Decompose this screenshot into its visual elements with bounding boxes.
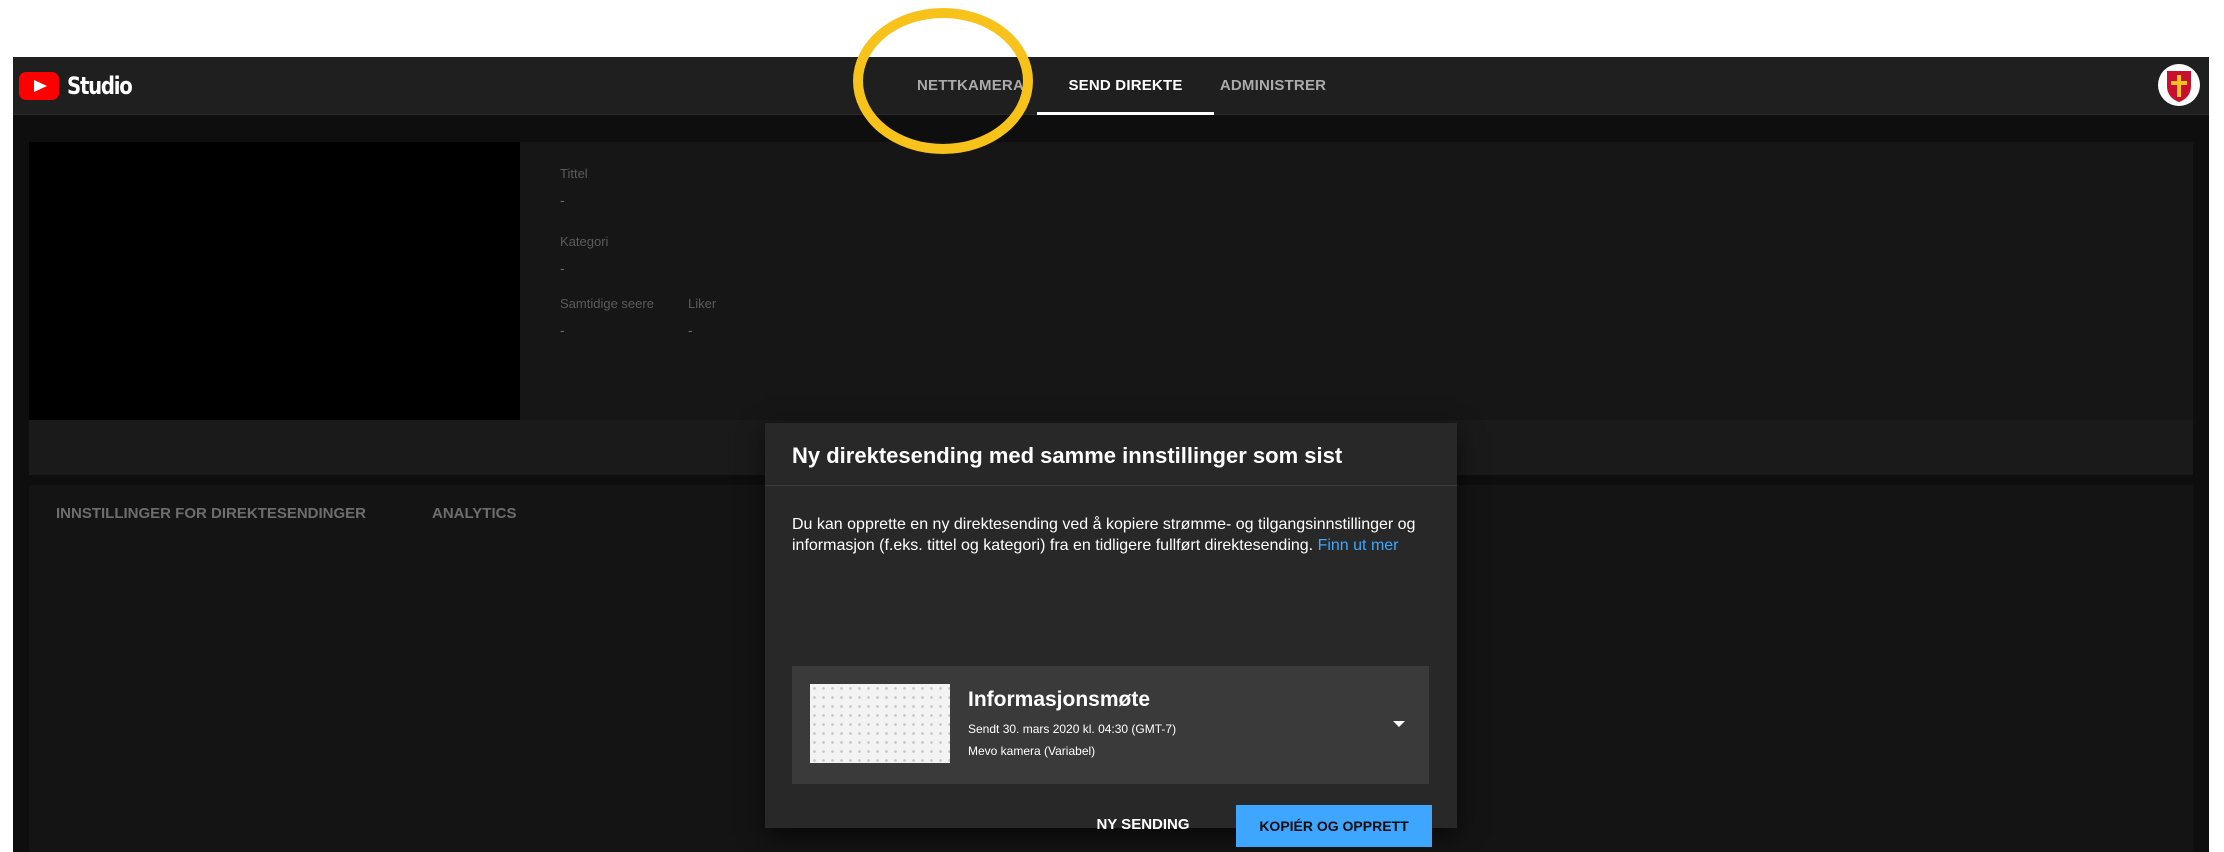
dialog-description: Du kan opprette en ny direktesending ved… xyxy=(792,514,1432,556)
studio-logo[interactable]: Studio xyxy=(19,71,146,101)
avatar[interactable] xyxy=(2158,64,2200,106)
title-value: - xyxy=(560,192,565,208)
concurrent-viewers-value: - xyxy=(560,322,565,338)
screenshot: Studio NETTKAMERA SEND DIREKTE ADMINISTR… xyxy=(0,0,2224,852)
stream-thumbnail xyxy=(810,684,950,763)
church-shield-icon xyxy=(2167,71,2191,102)
category-value: - xyxy=(560,260,565,276)
youtube-play-icon xyxy=(19,72,59,100)
stream-title: Informasjonsmøte xyxy=(968,688,1151,711)
dialog-header: Ny direktesending med samme innstillinge… xyxy=(765,423,1457,486)
tab-stream-settings[interactable]: INNSTILLINGER FOR DIREKTESENDINGER xyxy=(56,505,366,522)
tab-live[interactable]: SEND DIREKTE xyxy=(1037,57,1214,115)
stream-preview xyxy=(29,142,520,420)
logo-text: Studio xyxy=(67,72,133,100)
stream-sent-date: Sendt 30. mars 2020 kl. 04:30 (GMT-7) xyxy=(968,722,1177,736)
title-label: Tittel xyxy=(560,166,588,181)
highlight-circle xyxy=(853,8,1033,154)
dialog-title: Ny direktesending med samme innstillinge… xyxy=(792,443,1343,468)
learn-more-link[interactable]: Finn ut mer xyxy=(1318,537,1399,554)
previous-stream-selector[interactable]: Informasjonsmøte Sendt 30. mars 2020 kl.… xyxy=(792,666,1429,784)
stream-info-panel: Tittel - Kategori - Samtidige seere - Li… xyxy=(520,142,2193,420)
tab-analytics[interactable]: ANALYTICS xyxy=(432,505,516,522)
tab-manage[interactable]: ADMINISTRER xyxy=(1218,57,1328,115)
stream-camera: Mevo kamera (Variabel) xyxy=(968,744,1096,758)
likes-label: Liker xyxy=(688,296,717,311)
top-bar: Studio NETTKAMERA SEND DIREKTE ADMINISTR… xyxy=(13,57,2209,115)
concurrent-viewers-label: Samtidige seere xyxy=(560,296,654,311)
category-label: Kategori xyxy=(560,234,609,249)
reuse-settings-dialog: Ny direktesending med samme innstillinge… xyxy=(765,423,1457,847)
studio-window: Studio NETTKAMERA SEND DIREKTE ADMINISTR… xyxy=(13,57,2209,852)
new-stream-button[interactable]: NY SENDING xyxy=(1083,805,1203,845)
likes-value: - xyxy=(688,322,693,338)
copy-and-create-button[interactable]: KOPIÉR OG OPPRETT xyxy=(1236,805,1432,847)
dropdown-arrow-icon[interactable] xyxy=(1393,721,1405,727)
